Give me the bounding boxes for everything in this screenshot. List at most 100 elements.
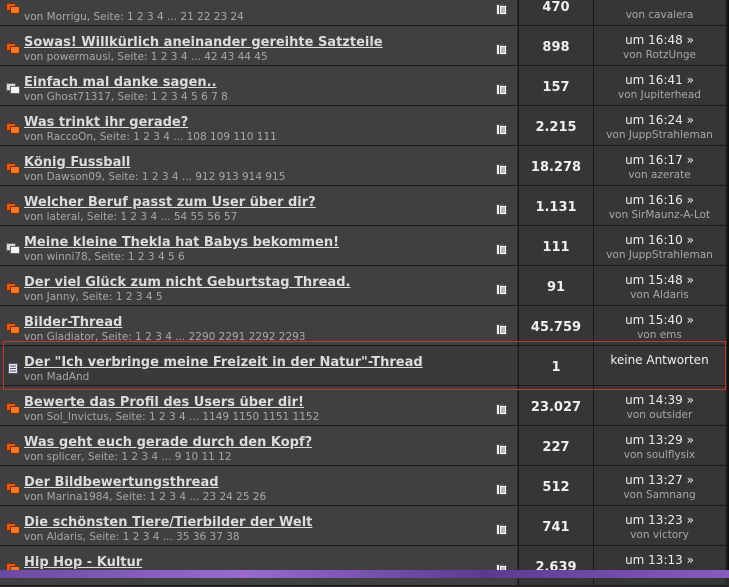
multipage-icon[interactable] bbox=[496, 400, 508, 415]
last-post-cell: um 14:39 » von outsider bbox=[593, 386, 725, 425]
thread-row: König Fussball von Dawson09, Seite: 1 2 3… bbox=[0, 146, 727, 186]
thread-title-link[interactable]: Der viel Glück zum nicht Geburtstag Thre… bbox=[24, 275, 350, 290]
multipage-icon[interactable] bbox=[496, 0, 508, 15]
last-post-time[interactable]: um 13:13 » bbox=[594, 553, 725, 567]
reply-count: 227 bbox=[542, 440, 570, 455]
pages-cell bbox=[490, 346, 517, 385]
thread-icon bbox=[6, 239, 20, 254]
last-post-cell: um 13:13 » bbox=[593, 546, 725, 585]
hot-thread-icon bbox=[6, 319, 20, 334]
reply-count: 470 bbox=[542, 0, 570, 15]
last-post-cell: um 15:40 » von ems bbox=[593, 306, 725, 345]
last-post-time[interactable]: um 16:48 » bbox=[594, 33, 725, 47]
last-post-user[interactable]: von JuppStrahleman bbox=[594, 129, 725, 141]
last-post-cell: um 13:23 » von victory bbox=[593, 506, 725, 545]
last-post-time[interactable]: um 13:27 » bbox=[594, 473, 725, 487]
last-post-time[interactable]: um 15:48 » bbox=[594, 273, 725, 287]
thread-title-link[interactable]: Bewerte das Profil des Users über dir! bbox=[24, 395, 304, 410]
last-post-user[interactable]: von ems bbox=[594, 329, 725, 341]
replies-cell: 1 bbox=[518, 346, 593, 385]
thread-title-link[interactable]: Der "Ich verbringe meine Freizeit in der… bbox=[24, 355, 423, 370]
last-post-time[interactable]: keine Antworten bbox=[594, 353, 725, 367]
thread-meta: von Sol_Invictus, Seite: 1 2 3 4 ... 114… bbox=[24, 411, 320, 423]
last-post-user[interactable]: von RotzUnge bbox=[594, 49, 725, 61]
reply-count: 23.027 bbox=[530, 400, 582, 415]
last-post-user[interactable]: von azerate bbox=[594, 169, 725, 181]
thread-title-link[interactable]: Der Bildbewertungsthread bbox=[24, 475, 219, 490]
thread-meta: von Dawson09, Seite: 1 2 3 4 ... 912 913… bbox=[24, 171, 286, 183]
last-post-user[interactable]: von JuppStrahleman bbox=[594, 249, 725, 261]
thread-title-link[interactable]: Meine kleine Thekla hat Babys bekommen! bbox=[24, 235, 339, 250]
last-post-cell: um 16:48 » von RotzUnge bbox=[593, 26, 725, 65]
multipage-icon[interactable] bbox=[496, 320, 508, 335]
last-post-time[interactable]: um 16:41 » bbox=[594, 73, 725, 87]
thread-meta: von Janny, Seite: 1 2 3 4 5 bbox=[24, 291, 163, 303]
reply-count: 2.215 bbox=[535, 120, 577, 135]
thread-title-link[interactable]: Was trinkt ihr gerade? bbox=[24, 115, 188, 130]
thread-row: Bewerte das Profil des Users über dir! vo… bbox=[0, 386, 727, 426]
last-post-user[interactable]: von outsider bbox=[594, 409, 725, 421]
thread-list: von Morrigu, Seite: 1 2 3 4 ... 21 22 23… bbox=[0, 0, 727, 586]
thread-meta: von winni78, Seite: 1 2 3 4 5 6 bbox=[24, 251, 185, 263]
thread-meta: von Ghost71317, Seite: 1 2 3 4 5 6 7 8 bbox=[24, 91, 228, 103]
multipage-icon[interactable] bbox=[496, 280, 508, 295]
last-post-user[interactable]: von Jupiterhead bbox=[594, 89, 725, 101]
last-post-time[interactable]: um 15:40 » bbox=[594, 313, 725, 327]
thread-title-link[interactable]: Bilder-Thread bbox=[24, 315, 122, 330]
last-post-time[interactable]: um 16:10 » bbox=[594, 233, 725, 247]
multipage-icon[interactable] bbox=[496, 480, 508, 495]
last-post-user[interactable]: von cavalera bbox=[594, 9, 725, 21]
last-post-user[interactable]: von SirMaunz-A-Lot bbox=[594, 209, 725, 221]
thread-title-link[interactable]: Was geht euch gerade durch den Kopf? bbox=[24, 435, 312, 450]
replies-cell: 2.639 bbox=[518, 546, 593, 585]
last-post-user[interactable]: von victory bbox=[594, 529, 725, 541]
hot-thread-icon bbox=[6, 39, 20, 54]
thread-row: Meine kleine Thekla hat Babys bekommen! v… bbox=[0, 226, 727, 266]
replies-cell: 512 bbox=[518, 466, 593, 505]
thread-row: Was trinkt ihr gerade? von RaccoOn, Seite… bbox=[0, 106, 727, 146]
hot-thread-icon bbox=[6, 399, 20, 414]
last-post-time[interactable]: um 13:23 » bbox=[594, 513, 725, 527]
last-post-user[interactable]: von Aldaris bbox=[594, 289, 725, 301]
thread-row: Einfach mal danke sagen.. von Ghost71317,… bbox=[0, 66, 727, 106]
hot-thread-icon bbox=[6, 519, 20, 534]
multipage-icon[interactable] bbox=[496, 40, 508, 55]
last-post-cell: von cavalera bbox=[593, 0, 725, 25]
thread-title-link[interactable]: Einfach mal danke sagen.. bbox=[24, 75, 217, 90]
replies-cell: 23.027 bbox=[518, 386, 593, 425]
multipage-icon[interactable] bbox=[496, 120, 508, 135]
replies-cell: 470 bbox=[518, 0, 593, 25]
thread-title-link[interactable]: Welcher Beruf passt zum User über dir? bbox=[24, 195, 316, 210]
thread-row: Der viel Glück zum nicht Geburtstag Thre… bbox=[0, 266, 727, 306]
last-post-time[interactable]: um 16:17 » bbox=[594, 153, 725, 167]
last-post-time[interactable]: um 14:39 » bbox=[594, 393, 725, 407]
last-post-user[interactable]: von soulflysix bbox=[594, 449, 725, 461]
last-post-cell: um 16:10 » von JuppStrahleman bbox=[593, 226, 725, 265]
thread-row: Hip Hop - Kultur 2.639 um 13:13 » bbox=[0, 546, 727, 586]
multipage-icon[interactable] bbox=[496, 160, 508, 175]
multipage-icon[interactable] bbox=[496, 80, 508, 95]
hot-thread-icon bbox=[6, 279, 20, 294]
last-post-time[interactable]: um 16:16 » bbox=[594, 193, 725, 207]
thread-title-link[interactable]: Hip Hop - Kultur bbox=[24, 555, 142, 570]
multipage-icon[interactable] bbox=[496, 240, 508, 255]
thread-row: Der Bildbewertungsthread von Marina1984, … bbox=[0, 466, 727, 506]
last-post-time[interactable]: um 13:29 » bbox=[594, 433, 725, 447]
thread-meta: von Morrigu, Seite: 1 2 3 4 ... 21 22 23… bbox=[24, 11, 244, 23]
last-post-time[interactable]: um 16:24 » bbox=[594, 113, 725, 127]
thread-title-link[interactable]: Sowas! Willkürlich aneinander gereihte S… bbox=[24, 35, 383, 50]
multipage-icon[interactable] bbox=[496, 200, 508, 215]
replies-cell: 741 bbox=[518, 506, 593, 545]
thread-title-link[interactable]: König Fussball bbox=[24, 155, 130, 170]
thread-row: Sowas! Willkürlich aneinander gereihte S… bbox=[0, 26, 727, 66]
thread-meta: von Gladiator, Seite: 1 2 3 4 ... 2290 2… bbox=[24, 331, 306, 343]
last-post-user[interactable]: von Samnang bbox=[594, 489, 725, 501]
thread-title-link[interactable]: Die schönsten Tiere/Tierbilder der Welt bbox=[24, 515, 312, 530]
replies-cell: 1.131 bbox=[518, 186, 593, 225]
last-post-cell: um 16:16 » von SirMaunz-A-Lot bbox=[593, 186, 725, 225]
last-post-cell: um 16:41 » von Jupiterhead bbox=[593, 66, 725, 105]
last-post-cell: keine Antworten bbox=[593, 346, 725, 385]
multipage-icon[interactable] bbox=[496, 440, 508, 455]
replies-cell: 227 bbox=[518, 426, 593, 465]
multipage-icon[interactable] bbox=[496, 520, 508, 535]
